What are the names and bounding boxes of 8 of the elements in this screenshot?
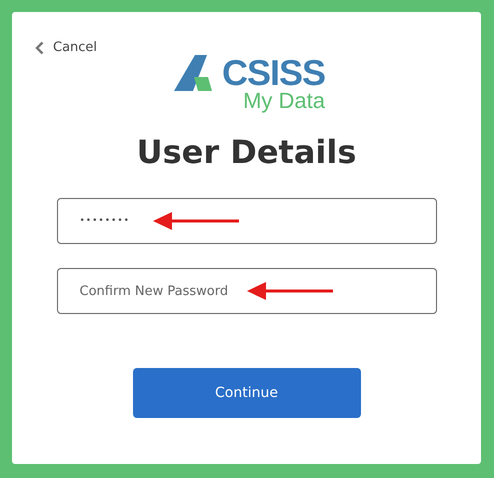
cancel-link[interactable]: Cancel xyxy=(35,40,98,55)
password-field[interactable]: •••••••• xyxy=(56,198,436,244)
continue-button[interactable]: Continue xyxy=(132,368,360,418)
page-title: User Details xyxy=(136,132,356,173)
logo-wordmark: CSISS xyxy=(222,56,326,90)
chevron-left-icon xyxy=(35,40,44,54)
confirm-password-field[interactable]: Confirm New Password xyxy=(56,268,436,314)
logo-subtitle: My Data xyxy=(243,90,326,112)
